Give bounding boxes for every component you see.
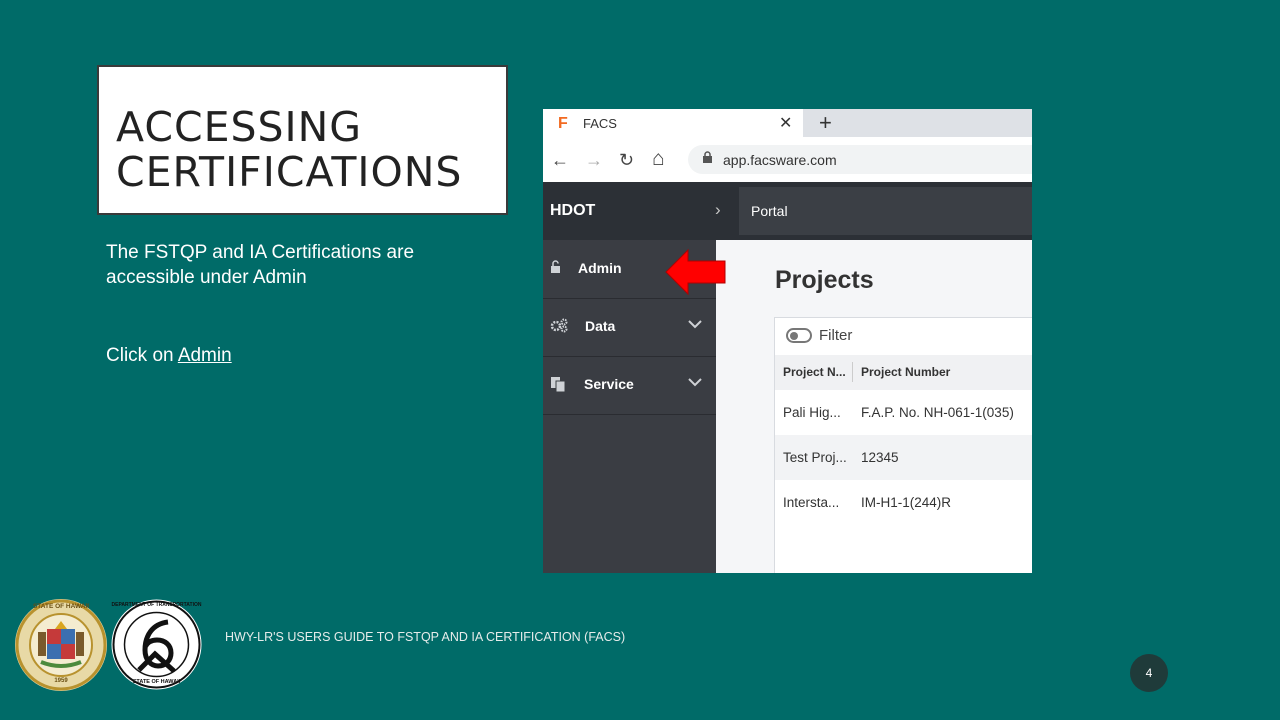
filter-label: Filter — [819, 327, 853, 344]
slide-footer: HWY-LR'S USERS GUIDE TO FSTQP AND IA CER… — [225, 630, 626, 644]
facs-logo-icon: F — [558, 115, 568, 132]
reload-icon[interactable]: ↻ — [619, 150, 634, 171]
chevron-down-icon[interactable] — [688, 374, 702, 390]
tab-title: FACS — [583, 116, 617, 131]
table-cell: IM-H1-1(244)R — [861, 495, 952, 510]
click-prefix: Click on — [106, 345, 178, 366]
admin-link[interactable]: Admin — [178, 345, 232, 366]
page-number: 4 — [1130, 654, 1168, 692]
app-topbar: HDOT › Portal — [543, 182, 1032, 240]
documents-icon — [551, 377, 566, 392]
main-content: Projects Filter Project N... Project Num… — [716, 240, 1032, 573]
unlock-icon — [551, 260, 560, 273]
title-line-2: CERTIFICATIONS — [116, 148, 463, 196]
filter-toggle[interactable] — [786, 328, 812, 343]
state-of-hawaii-seal-icon — [15, 599, 107, 691]
breadcrumb[interactable]: Portal — [739, 187, 1032, 235]
red-arrow-icon — [665, 248, 726, 296]
page-title: Projects — [775, 266, 874, 294]
table-row[interactable]: Intersta... IM-H1-1(244)R — [775, 480, 1032, 525]
forward-arrow-icon[interactable]: → — [585, 150, 603, 171]
browser-tab[interactable]: F FACS ✕ — [543, 109, 803, 137]
table-row[interactable]: Test Proj... 12345 — [775, 435, 1032, 480]
lock-icon — [703, 151, 712, 163]
sidebar-item-data[interactable]: Data — [543, 298, 716, 357]
table-row[interactable]: Pali Hig... F.A.P. No. NH-061-1(035) — [775, 390, 1032, 435]
table-cell: Test Proj... — [783, 450, 847, 465]
home-icon[interactable]: ⌂ — [652, 147, 665, 171]
table-cell: 12345 — [861, 450, 899, 465]
back-arrow-icon[interactable]: ← — [551, 150, 569, 171]
new-tab-button[interactable]: + — [819, 110, 832, 136]
description-line-2: accessible under Admin — [106, 267, 307, 288]
close-tab-icon[interactable]: ✕ — [779, 113, 792, 133]
column-header-project-number[interactable]: Project Number — [861, 365, 950, 379]
url-field[interactable]: app.facsware.com — [688, 145, 1032, 174]
gears-icon — [550, 318, 568, 333]
table-cell: Intersta... — [783, 495, 840, 510]
sidebar-item-label: Data — [585, 318, 616, 334]
description-line-1: The FSTQP and IA Certifications are — [106, 242, 415, 263]
chevron-right-icon[interactable]: › — [715, 200, 721, 220]
chevron-down-icon[interactable] — [688, 316, 702, 332]
table-header: Project N... Project Number — [775, 355, 1032, 390]
browser-tab-bar: F FACS ✕ + — [543, 109, 1032, 137]
brand-name[interactable]: HDOT — [550, 202, 595, 220]
breadcrumb-portal: Portal — [751, 203, 788, 219]
table-cell: Pali Hig... — [783, 405, 841, 420]
address-bar-row: ← → ↻ ⌂ app.facsware.com — [543, 137, 1032, 182]
url-text: app.facsware.com — [723, 152, 837, 168]
hawaii-dot-seal-icon — [111, 599, 202, 690]
column-divider[interactable] — [852, 362, 853, 382]
sidebar-item-label: Admin — [578, 260, 622, 276]
click-instruction: Click on Admin — [106, 343, 232, 368]
title-box: ACCESSING CERTIFICATIONS — [97, 65, 508, 215]
description-paragraph: The FSTQP and IA Certifications are acce… — [106, 240, 414, 290]
title-line-1: ACCESSING — [116, 103, 363, 151]
slide-title: ACCESSING CERTIFICATIONS — [116, 105, 462, 195]
sidebar-item-service[interactable]: Service — [543, 356, 716, 415]
facs-screenshot: F FACS ✕ + ← → ↻ ⌂ app.facsware.com HDOT… — [543, 109, 1032, 573]
column-header-project-name[interactable]: Project N... — [783, 365, 846, 379]
projects-table-card: Filter Project N... Project Number Pali … — [774, 317, 1032, 573]
sidebar-item-label: Service — [584, 376, 634, 392]
table-cell: F.A.P. No. NH-061-1(035) — [861, 405, 1014, 420]
